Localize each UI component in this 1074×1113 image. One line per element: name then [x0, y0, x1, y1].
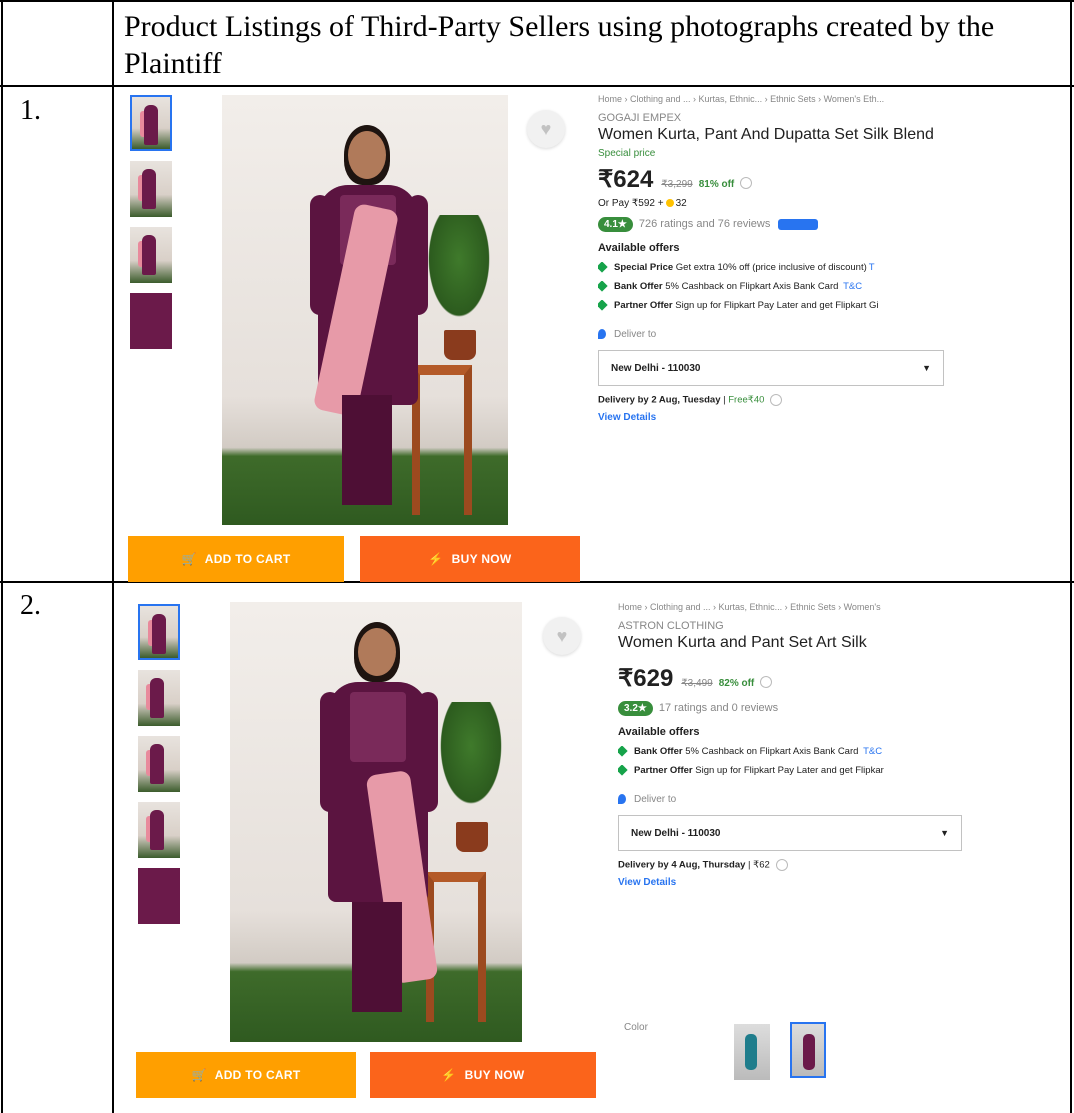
- thumbnail-strip: [130, 95, 172, 359]
- offer-item: Bank Offer 5% Cashback on Flipkart Axis …: [618, 746, 962, 757]
- table-border-right: [1070, 0, 1072, 1113]
- discount: 81% off: [698, 179, 735, 190]
- row-number: 2.: [20, 590, 41, 621]
- row-number: 1.: [20, 95, 41, 126]
- lightning-icon: ⚡: [428, 552, 444, 566]
- price: ₹624: [598, 166, 654, 193]
- product-thumbnail[interactable]: [138, 670, 180, 726]
- product-details: Home › Clothing and ... › Kurtas, Ethnic…: [618, 602, 962, 888]
- rating-line: 3.2★ 17 ratings and 0 reviews: [618, 701, 962, 716]
- location-pin-icon: [598, 329, 606, 340]
- color-label: Color: [624, 1022, 648, 1033]
- table-border-left: [1, 0, 3, 1113]
- buy-now-button[interactable]: ⚡ BUY NOW: [370, 1052, 596, 1098]
- delivery-info: Delivery by 2 Aug, Tuesday | Free₹40: [598, 394, 962, 406]
- brand-name[interactable]: ASTRON CLOTHING: [618, 620, 962, 632]
- rating-badge[interactable]: 3.2★: [618, 701, 653, 716]
- document-table: Product Listings of Third-Party Sellers …: [0, 0, 1074, 1113]
- lightning-icon: ⚡: [441, 1068, 457, 1082]
- offer-tag-icon: [618, 765, 628, 776]
- add-to-cart-label: ADD TO CART: [204, 552, 291, 566]
- breadcrumb[interactable]: Home › Clothing and ... › Kurtas, Ethnic…: [598, 94, 962, 104]
- rating-badge[interactable]: 4.1★: [598, 217, 633, 232]
- buy-now-label: BUY NOW: [451, 552, 512, 566]
- chevron-down-icon: ▼: [940, 828, 949, 838]
- product-title: Women Kurta, Pant And Dupatta Set Silk B…: [598, 126, 934, 143]
- table-row-divider-header: [0, 85, 1074, 87]
- product-thumbnail[interactable]: [138, 868, 180, 924]
- cart-icon: 🛒: [181, 552, 197, 566]
- add-to-cart-label: ADD TO CART: [214, 1068, 301, 1082]
- offer-link[interactable]: T: [869, 262, 875, 273]
- product-thumbnail[interactable]: [130, 161, 172, 217]
- view-details-link[interactable]: View Details: [598, 412, 962, 423]
- offer-tag-icon: [598, 300, 608, 311]
- product-thumbnail[interactable]: [130, 293, 172, 349]
- breadcrumb[interactable]: Home › Clothing and ... › Kurtas, Ethnic…: [618, 602, 962, 612]
- product-details: Home › Clothing and ... › Kurtas, Ethnic…: [598, 94, 962, 423]
- offer-item: Partner Offer Sign up for Flipkart Pay L…: [598, 300, 962, 311]
- wishlist-heart-icon[interactable]: ♥: [527, 110, 565, 148]
- pincode-select[interactable]: New Delhi - 110030 ▼: [598, 350, 944, 386]
- offer-tag-icon: [598, 262, 608, 273]
- offer-item: Partner Offer Sign up for Flipkart Pay L…: [618, 765, 962, 776]
- offer-item: Bank Offer 5% Cashback on Flipkart Axis …: [598, 281, 962, 292]
- add-to-cart-button[interactable]: 🛒 ADD TO CART: [136, 1052, 356, 1098]
- product-thumbnail[interactable]: [138, 802, 180, 858]
- rating-count[interactable]: 726 ratings and 76 reviews: [639, 218, 770, 230]
- rating-line: 4.1★ 726 ratings and 76 reviews: [598, 217, 962, 232]
- product-thumbnail[interactable]: [138, 604, 180, 660]
- rating-count[interactable]: 17 ratings and 0 reviews: [659, 702, 778, 714]
- cart-icon: 🛒: [191, 1068, 207, 1082]
- price-line: ₹624 ₹3,299 81% off: [598, 165, 962, 194]
- product-thumbnail[interactable]: [130, 227, 172, 283]
- offer-link[interactable]: T&C: [843, 281, 862, 292]
- price: ₹629: [618, 665, 674, 692]
- add-to-cart-button[interactable]: 🛒 ADD TO CART: [128, 536, 344, 582]
- brand-name[interactable]: GOGAJI EMPEX: [598, 112, 962, 124]
- color-swatch-teal[interactable]: [734, 1024, 770, 1080]
- table-column-divider: [112, 0, 114, 1113]
- location-pin-icon: [618, 794, 626, 805]
- product-image: [230, 602, 522, 1042]
- info-icon[interactable]: [760, 675, 773, 688]
- discount: 82% off: [718, 678, 755, 689]
- product-thumbnail[interactable]: [138, 736, 180, 792]
- price-line: ₹629 ₹3,499 82% off: [618, 664, 962, 693]
- delivery-info: Delivery by 4 Aug, Thursday | ₹62: [618, 859, 962, 871]
- product-image: [222, 95, 508, 525]
- mrp: ₹3,499: [681, 678, 713, 689]
- chevron-down-icon: ▼: [922, 363, 931, 373]
- offers-heading: Available offers: [598, 242, 680, 254]
- special-price-label: Special price: [598, 148, 656, 159]
- table-header-title: Product Listings of Third-Party Sellers …: [124, 10, 995, 80]
- deliver-to-label: Deliver to: [618, 794, 962, 805]
- product-title: Women Kurta and Pant Set Art Silk: [618, 634, 867, 651]
- product-thumbnail[interactable]: [130, 95, 172, 151]
- assured-badge-icon: [778, 218, 819, 230]
- or-pay-line: Or Pay ₹592 +32: [598, 198, 687, 209]
- info-icon[interactable]: [740, 176, 753, 189]
- table-border-top: [0, 0, 1074, 2]
- offer-link[interactable]: T&C: [863, 746, 882, 757]
- offer-tag-icon: [618, 746, 628, 757]
- offer-tag-icon: [598, 281, 608, 292]
- buy-now-button[interactable]: ⚡ BUY NOW: [360, 536, 580, 582]
- color-swatch-wine[interactable]: [790, 1022, 826, 1078]
- deliver-to-label: Deliver to: [598, 329, 962, 340]
- buy-now-label: BUY NOW: [464, 1068, 525, 1082]
- info-icon[interactable]: [775, 859, 788, 871]
- mrp: ₹3,299: [661, 179, 693, 190]
- thumbnail-strip: [138, 604, 180, 934]
- wishlist-heart-icon[interactable]: ♥: [543, 617, 581, 655]
- pincode-select[interactable]: New Delhi - 110030 ▼: [618, 815, 962, 851]
- view-details-link[interactable]: View Details: [618, 877, 962, 888]
- info-icon[interactable]: [770, 394, 783, 406]
- supercoin-icon: [665, 199, 674, 208]
- offers-heading: Available offers: [618, 726, 700, 738]
- offer-item: Special Price Get extra 10% off (price i…: [598, 262, 962, 273]
